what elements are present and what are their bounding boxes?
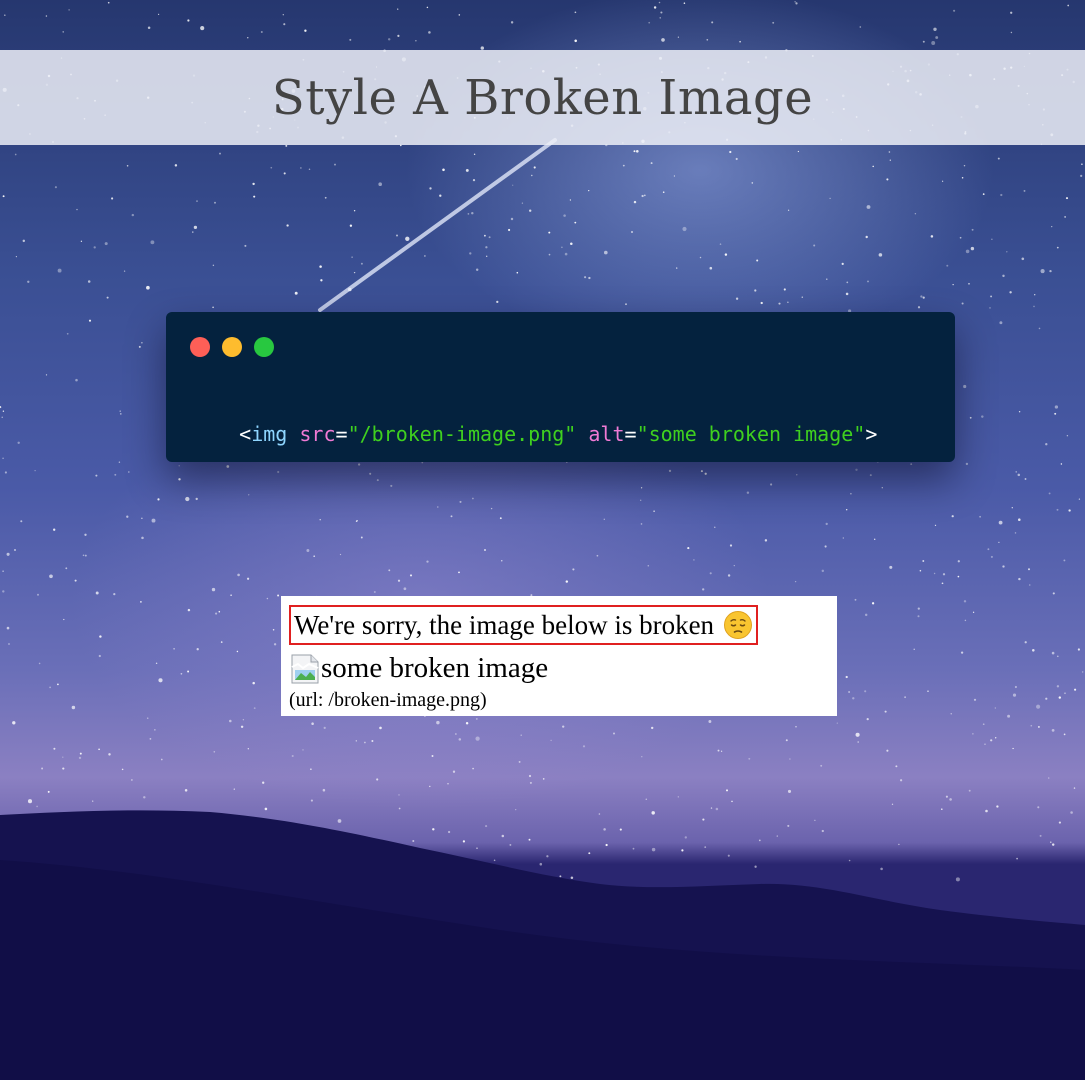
code-token: = (335, 422, 348, 446)
window-controls (190, 337, 274, 357)
image-url-text: (url: /broken-image.png) (289, 689, 487, 711)
broken-image-icon (291, 654, 319, 683)
broken-image-notice: We're sorry, the image below is broken (289, 605, 759, 645)
notice-text: We're sorry, the image below is broken (294, 609, 715, 640)
broken-image: some broken image (289, 652, 548, 685)
mountain-silhouette (0, 810, 1085, 1080)
code-token: < (239, 422, 252, 446)
page-title: Style A Broken Image (271, 69, 814, 126)
code-token: = (624, 422, 637, 446)
title-banner: Style A Broken Image (0, 50, 1085, 145)
code-token: img (251, 422, 288, 446)
pensive-face-icon (724, 611, 753, 639)
code-snippet-window: <img src="/broken-image.png" alt="some b… (166, 312, 955, 462)
code-token: > (865, 422, 878, 446)
night-sky-background (0, 0, 1085, 1080)
code-token: "/broken-image.png" (347, 422, 577, 446)
code-line: <img src="/broken-image.png" alt="some b… (191, 398, 877, 470)
code-token: "some broken image" (636, 422, 866, 446)
code-token: alt (588, 422, 625, 446)
code-token: src (299, 422, 336, 446)
broken-image-demo-panel: We're sorry, the image below is broken s… (281, 596, 837, 716)
maximize-dot-icon (254, 337, 274, 357)
close-dot-icon (190, 337, 210, 357)
minimize-dot-icon (222, 337, 242, 357)
image-alt-text: some broken image (321, 652, 549, 684)
